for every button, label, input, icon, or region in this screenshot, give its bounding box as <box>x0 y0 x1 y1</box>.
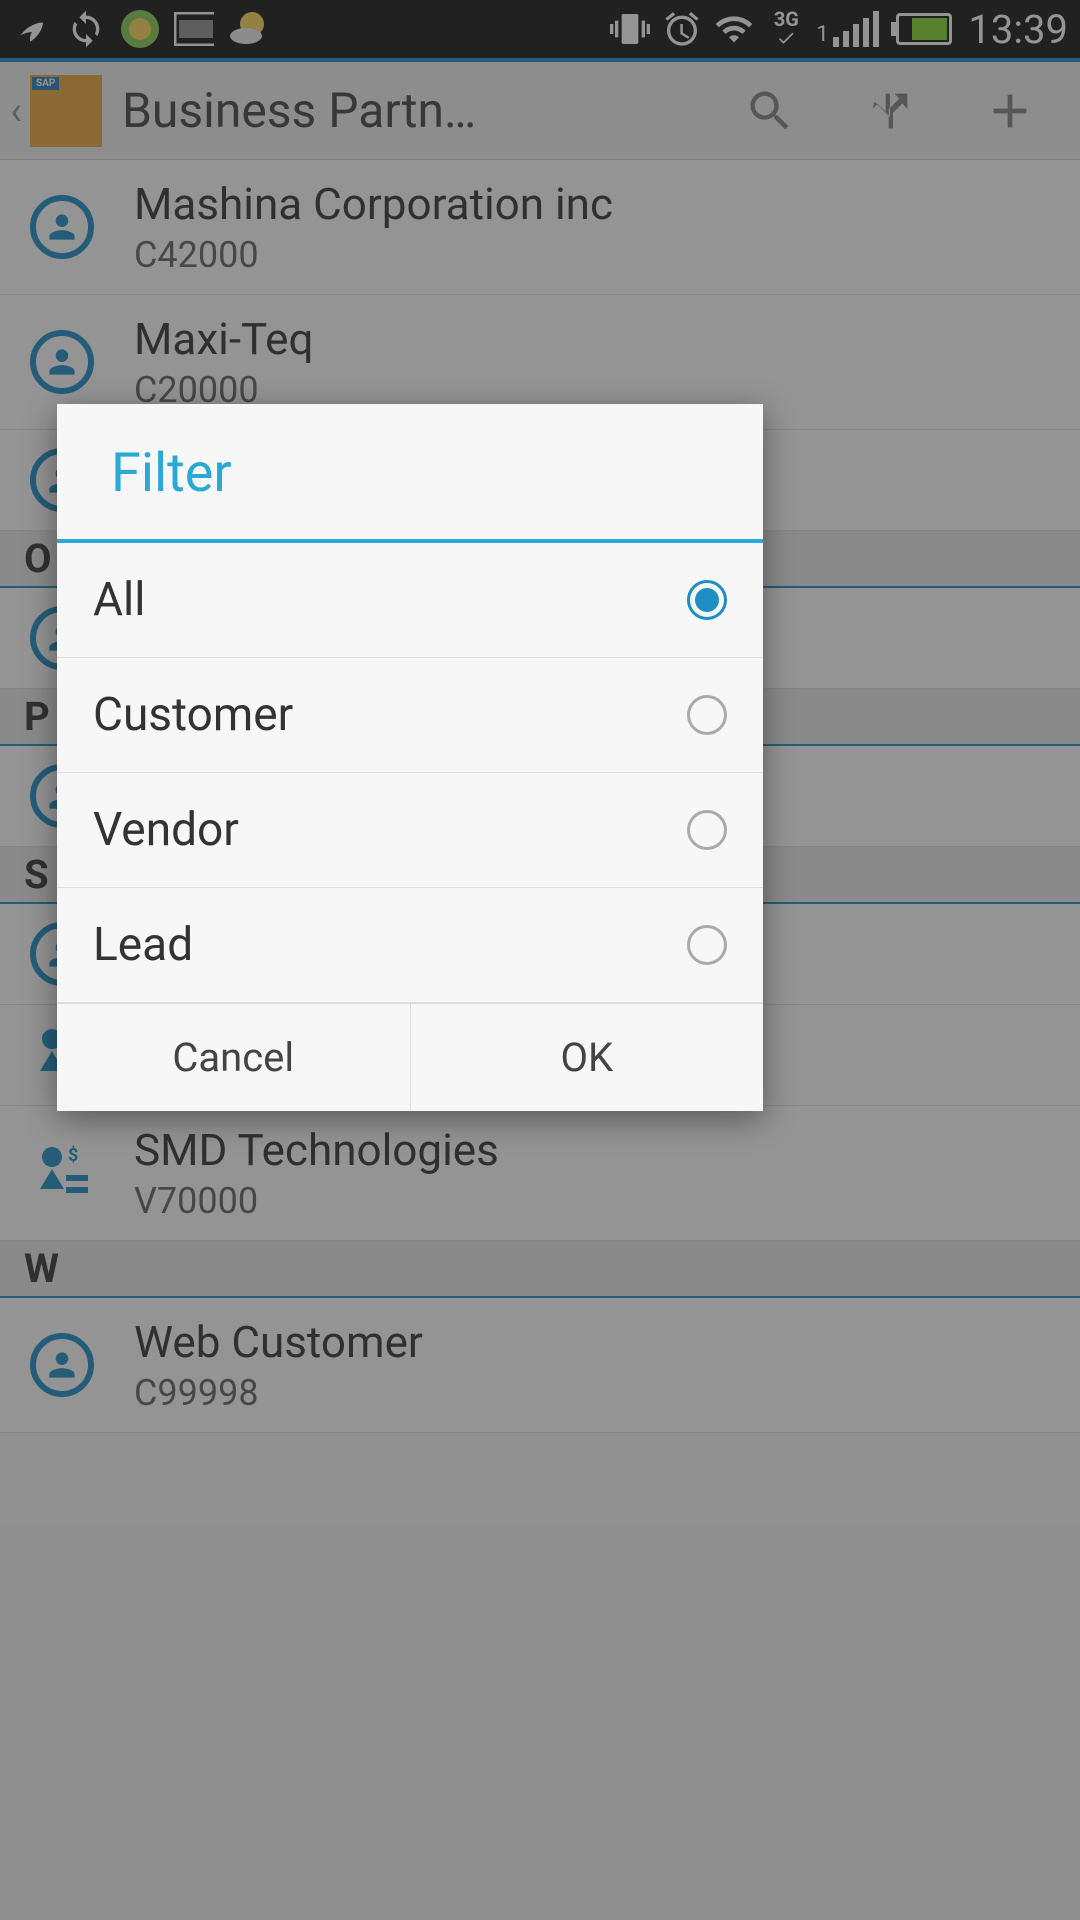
cancel-button[interactable]: Cancel <box>57 1004 411 1111</box>
radio-button[interactable] <box>687 580 727 620</box>
filter-option-label: Customer <box>93 688 293 742</box>
filter-option[interactable]: All <box>57 543 763 658</box>
filter-option[interactable]: Vendor <box>57 773 763 888</box>
dialog-options-container: All Customer Vendor Lead <box>57 543 763 1003</box>
ok-button[interactable]: OK <box>411 1004 764 1111</box>
filter-option-label: Vendor <box>93 803 239 857</box>
filter-option[interactable]: Lead <box>57 888 763 1003</box>
filter-option-label: All <box>93 573 145 627</box>
radio-button[interactable] <box>687 925 727 965</box>
filter-option[interactable]: Customer <box>57 658 763 773</box>
filter-dialog: Filter All Customer Vendor Lead Cancel OK <box>57 404 763 1111</box>
radio-button[interactable] <box>687 810 727 850</box>
dialog-button-row: Cancel OK <box>57 1003 763 1111</box>
filter-option-label: Lead <box>93 918 193 972</box>
radio-button[interactable] <box>687 695 727 735</box>
dialog-title: Filter <box>57 404 763 543</box>
